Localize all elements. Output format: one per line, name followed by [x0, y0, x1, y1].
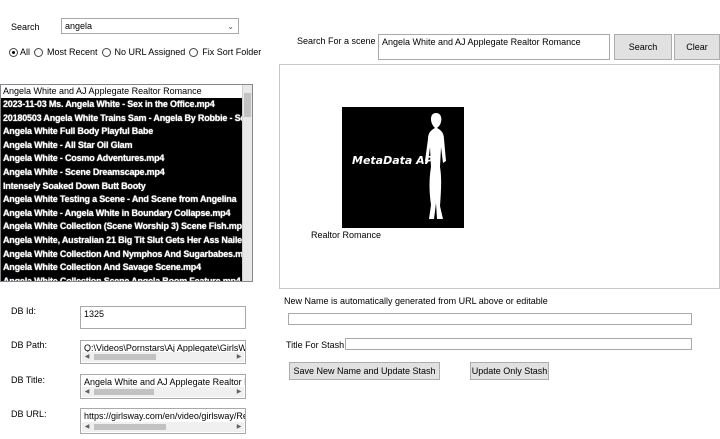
db-id-value: 1325 [84, 309, 105, 319]
rename-info-text: New Name is automatically generated from… [284, 296, 548, 306]
filter-fix-sort[interactable]: Fix Sort Folder [189, 47, 261, 57]
db-path-label: DB Path: [11, 340, 48, 350]
list-item[interactable]: Angela White - All Star Oil Glam [1, 139, 252, 153]
scroll-right-icon[interactable]: ▶ [234, 387, 244, 397]
list-item[interactable]: Angela White - Angela White in Boundary … [1, 207, 252, 221]
silhouette-icon [425, 113, 446, 219]
list-item[interactable]: Angela White - Scene Dreamscape.mp4 [1, 166, 252, 180]
db-title-label: DB Title: [11, 375, 46, 385]
results-listbox[interactable]: Angela White and AJ Applegate Realtor Ro… [0, 84, 253, 282]
scene-search-label: Search For a scene [297, 36, 376, 46]
filter-most-recent[interactable]: Most Recent [34, 47, 98, 57]
title-for-stash-input[interactable] [345, 338, 692, 350]
filter-radio-group: All Most Recent No URL Assigned Fix Sort… [9, 47, 265, 57]
search-label: Search [11, 22, 40, 32]
clear-button[interactable]: Clear [674, 34, 720, 60]
filter-no-url-label: No URL Assigned [114, 47, 186, 57]
db-url-label: DB URL: [11, 409, 47, 419]
list-item[interactable]: Angela White Collection And Nymphos And … [1, 248, 252, 262]
update-only-stash-button[interactable]: Update Only Stash [470, 362, 549, 380]
scene-search-value: Angela White and AJ Applegate Realtor Ro… [382, 37, 581, 47]
scrollbar-thumb[interactable] [94, 389, 154, 395]
chevron-down-icon[interactable]: ⌄ [227, 21, 234, 32]
filter-all[interactable]: All [9, 47, 30, 57]
filter-no-url[interactable]: No URL Assigned [101, 47, 186, 57]
radio-icon[interactable] [34, 47, 44, 57]
scroll-left-icon[interactable]: ◀ [82, 387, 92, 397]
db-path-field[interactable]: Q:\Videos\Pornstars\Aj Applegate\GirlsWa… [80, 340, 246, 364]
list-item-selected[interactable]: Angela White and AJ Applegate Realtor Ro… [1, 85, 252, 98]
db-title-value: Angela White and AJ Applegate Realtor Ro… [84, 377, 245, 387]
scroll-right-icon[interactable]: ▶ [234, 422, 244, 432]
search-button[interactable]: Search [614, 34, 672, 60]
db-id-label: DB Id: [11, 306, 37, 316]
scene-caption[interactable]: Realtor Romance [311, 230, 381, 240]
list-item[interactable]: Angela White Collection And Savage Scene… [1, 261, 252, 275]
search-combobox-value: angela [65, 21, 93, 31]
horizontal-scrollbar[interactable]: ◀ ▶ [82, 387, 244, 397]
horizontal-scrollbar[interactable]: ◀ ▶ [82, 422, 244, 432]
list-item[interactable]: Angela White Full Body Playful Babe [1, 125, 252, 139]
list-item[interactable]: Angela White Collection (Scene Worship 3… [1, 220, 252, 234]
scrollbar-thumb[interactable] [244, 93, 251, 117]
scene-results-panel: MetaData API Realtor Romance [279, 64, 720, 289]
scrollbar-thumb[interactable] [94, 354, 156, 360]
filter-most-recent-label: Most Recent [47, 47, 98, 57]
filter-fix-sort-label: Fix Sort Folder [202, 47, 262, 57]
search-combobox[interactable]: angela ⌄ [61, 18, 239, 34]
scene-thumbnail[interactable]: MetaData API [342, 107, 464, 228]
list-item[interactable]: 2023-11-03 Ms. Angela White - Sex in the… [1, 98, 252, 112]
scroll-left-icon[interactable]: ◀ [82, 352, 92, 362]
db-url-value: https://girlsway.com/en/video/girlsway/R… [84, 411, 246, 421]
title-for-stash-label: Title For Stash [286, 340, 345, 350]
vertical-scrollbar[interactable] [242, 85, 252, 281]
list-item[interactable]: Angela White Collection Scene Angela Boo… [1, 275, 252, 281]
scene-search-input[interactable]: Angela White and AJ Applegate Realtor Ro… [378, 34, 610, 60]
db-id-field[interactable]: 1325 [80, 306, 246, 329]
results-items: 2023-11-03 Ms. Angela White - Sex in the… [1, 98, 252, 281]
radio-icon[interactable] [101, 47, 111, 57]
filter-all-label: All [20, 47, 31, 57]
list-item[interactable]: 20180503 Angela White Trains Sam - Angel… [1, 112, 252, 126]
list-item[interactable]: Angela White - Cosmo Adventures.mp4 [1, 152, 252, 166]
scrollbar-thumb[interactable] [94, 424, 166, 430]
radio-icon[interactable] [9, 47, 18, 57]
list-item[interactable]: Angela White, Australian 21 Big Tit Slut… [1, 234, 252, 248]
scroll-right-icon[interactable]: ▶ [234, 352, 244, 362]
db-title-field[interactable]: Angela White and AJ Applegate Realtor Ro… [80, 374, 246, 399]
list-item[interactable]: Angela White Testing a Scene - And Scene… [1, 193, 252, 207]
new-name-input[interactable] [288, 313, 692, 325]
radio-icon[interactable] [189, 47, 199, 57]
horizontal-scrollbar[interactable]: ◀ ▶ [82, 352, 244, 362]
scroll-left-icon[interactable]: ◀ [82, 422, 92, 432]
list-item[interactable]: Intensely Soaked Down Butt Booty [1, 180, 252, 194]
save-new-name-button[interactable]: Save New Name and Update Stash [289, 362, 440, 380]
db-url-field[interactable]: https://girlsway.com/en/video/girlsway/R… [80, 408, 246, 434]
